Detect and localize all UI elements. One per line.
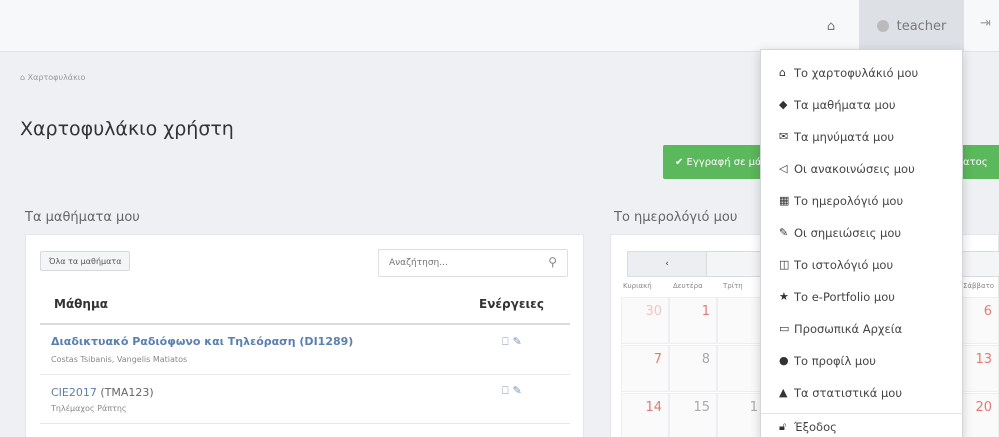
menu-item-announcements[interactable]: ◁ Οι ανακοινώσεις μου xyxy=(761,153,964,184)
graduation-cap-icon: ◆ xyxy=(779,98,788,111)
search-input[interactable] xyxy=(389,258,529,268)
bookmark-icon[interactable]: ⎕ xyxy=(502,384,513,397)
menu-item-notes[interactable]: ✎ Οι σημειώσεις μου xyxy=(761,217,964,248)
column-header-course: Μάθημα xyxy=(54,297,109,311)
home-icon: ⌂ xyxy=(779,66,786,79)
wrench-icon[interactable]: ✎ xyxy=(513,384,526,397)
header-divider xyxy=(40,323,570,325)
user-icon: ● xyxy=(779,354,789,367)
menu-item-portfolio[interactable]: ⌂ Το χαρτοφυλάκιό μου xyxy=(761,57,964,88)
calendar-icon: ▦ xyxy=(779,194,790,207)
course-link[interactable]: CIE2017 (TMA123) xyxy=(51,386,154,399)
menu-item-personal-files[interactable]: ▭ Προσωπικά Αρχεία xyxy=(761,313,964,344)
calendar-day[interactable]: 7 xyxy=(621,345,669,392)
weekday-label: Κυριακή xyxy=(623,282,652,290)
course-search[interactable]: ⚲ xyxy=(378,249,568,277)
all-courses-button[interactable]: Όλα τα μαθήματα xyxy=(40,251,131,271)
register-course-button[interactable]: ✔ Εγγραφή σε μάθημα xyxy=(663,145,765,179)
user-name: teacher xyxy=(896,18,947,34)
calendar-day[interactable] xyxy=(717,345,765,392)
course-teachers: Τηλέμαχος Ράπτης xyxy=(51,404,127,413)
calendar-day[interactable]: 1 xyxy=(669,297,717,344)
user-dropdown-menu: ⌂ Το χαρτοφυλάκιό μου ◆ Τα μαθήματα μου ✉ Τ… xyxy=(760,49,964,437)
home-link[interactable]: ⌂ xyxy=(808,0,854,52)
column-header-actions: Ενέργειες xyxy=(479,297,544,311)
calendar-day[interactable]: 14 xyxy=(621,393,669,437)
logout-icon[interactable]: ⇥ xyxy=(980,16,991,31)
course-teachers: Costas Tsibanis, Vangelis Matiatos xyxy=(51,355,188,364)
menu-item-logout[interactable]: 🔓︎ Έξοδος xyxy=(761,414,964,437)
weekday-label: Σάββατο xyxy=(963,282,995,290)
edit-icon: ✎ xyxy=(779,226,789,239)
search-icon[interactable]: ⚲ xyxy=(548,255,557,269)
folder-icon: ▭ xyxy=(779,322,790,335)
courses-panel: Όλα τα μαθήματα ⚲ Μάθημα Ενέργειες Διαδι… xyxy=(25,234,584,437)
weekday-label: Δευτέρα xyxy=(673,282,703,290)
calendar-day[interactable]: 1 xyxy=(717,393,765,437)
menu-item-blog[interactable]: ◫ Το ιστολόγιό μου xyxy=(761,249,964,280)
menu-item-calendar[interactable]: ▦ Το ημερολόγιό μου xyxy=(761,185,964,216)
calendar-prev-button[interactable]: ‹ xyxy=(627,251,707,277)
register-course-button-tail[interactable]: ατος xyxy=(958,145,999,179)
course-link[interactable]: Διαδικτυακό Ραδιόφωνο και Τηλεόραση (DI1… xyxy=(51,335,353,348)
menu-item-profile[interactable]: ● Το προφίλ μου xyxy=(761,345,964,376)
columns-icon: ◫ xyxy=(779,258,790,271)
table-row: CIE2017 (TMA123) Τηλέμαχος Ράπτης ⎕✎ xyxy=(40,376,570,424)
wrench-icon[interactable]: ✎ xyxy=(513,335,526,348)
menu-item-messages[interactable]: ✉ Τα μηνύματά μου xyxy=(761,121,964,152)
menu-item-eportfolio[interactable]: ★ Το e-Portfolio μου xyxy=(761,281,964,312)
unlock-icon: 🔓︎ xyxy=(779,420,787,433)
weekday-label: Τρίτη xyxy=(723,282,743,290)
user-menu-toggle[interactable]: teacher xyxy=(859,0,964,52)
menu-item-statistics[interactable]: ▲ Τα στατιστικά μου xyxy=(761,377,964,408)
top-navbar: ⌂ teacher ⇥ xyxy=(0,0,999,52)
calendar-day[interactable] xyxy=(717,297,765,344)
table-row: Διαδικτυακό Ραδιόφωνο και Τηλεόραση (DI1… xyxy=(40,327,570,375)
calendar-day[interactable]: 15 xyxy=(669,393,717,437)
user-avatar-icon xyxy=(876,20,889,32)
menu-item-my-courses[interactable]: ◆ Τα μαθήματα μου xyxy=(761,89,964,120)
page-title: Χαρτοφυλάκιο χρήστη xyxy=(20,118,234,140)
calendar-day[interactable]: 8 xyxy=(669,345,717,392)
envelope-icon: ✉ xyxy=(779,130,789,143)
bookmark-icon[interactable]: ⎕ xyxy=(502,335,513,348)
breadcrumb[interactable]: ⌂ Χαρτοφυλάκιο xyxy=(20,73,85,82)
chart-icon: ▲ xyxy=(779,386,788,399)
calendar-section-title: Το ημερολόγιό μου xyxy=(614,210,738,225)
star-icon: ★ xyxy=(779,290,789,303)
home-icon: ⌂ xyxy=(826,18,836,34)
calendar-day[interactable]: 30 xyxy=(621,297,669,344)
courses-section-title: Τα μαθήματα μου xyxy=(25,210,140,225)
bullhorn-icon: ◁ xyxy=(779,162,788,175)
